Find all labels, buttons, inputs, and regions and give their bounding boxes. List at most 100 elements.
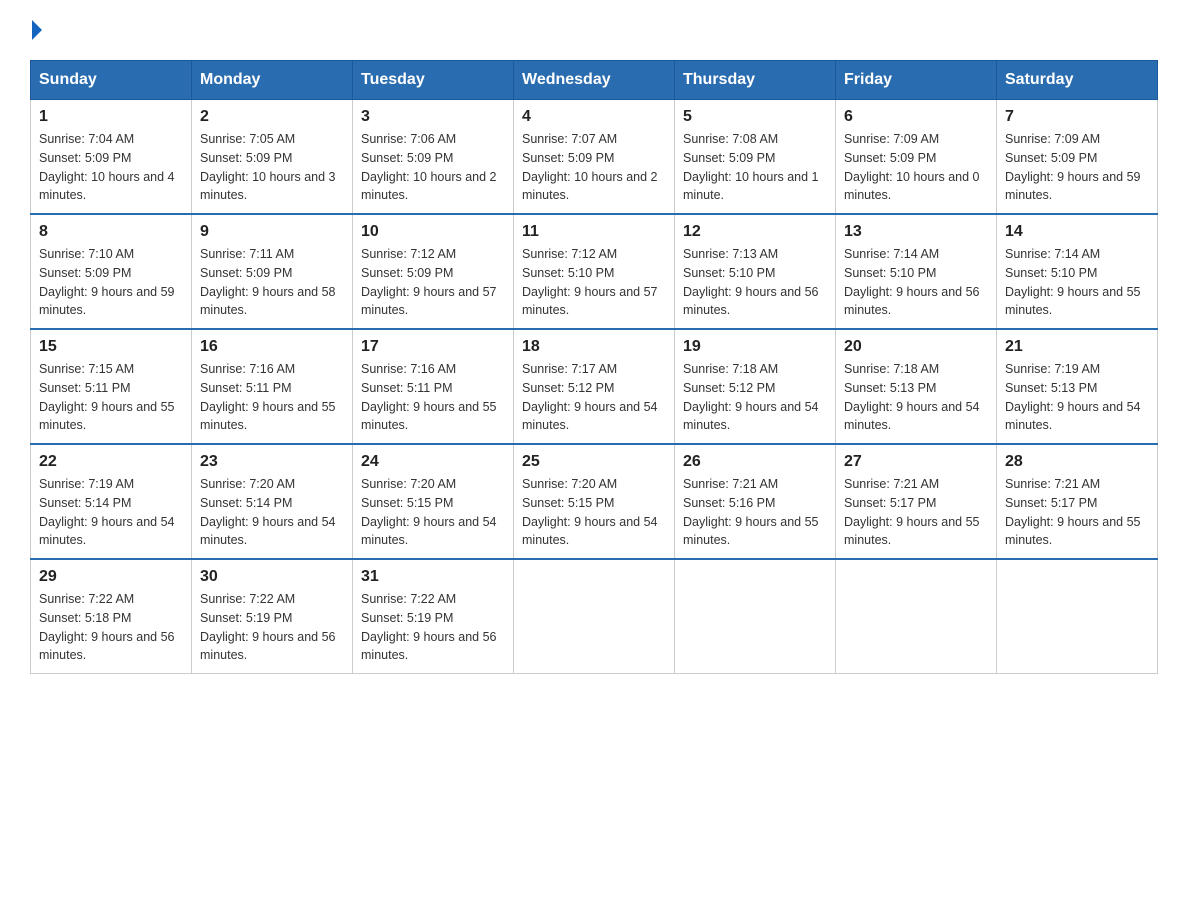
weekday-header-saturday: Saturday (997, 61, 1158, 100)
calendar-cell: 26 Sunrise: 7:21 AMSunset: 5:16 PMDaylig… (675, 444, 836, 559)
day-info: Sunrise: 7:14 AMSunset: 5:10 PMDaylight:… (1005, 247, 1141, 317)
calendar-week-row: 15 Sunrise: 7:15 AMSunset: 5:11 PMDaylig… (31, 329, 1158, 444)
calendar-cell: 16 Sunrise: 7:16 AMSunset: 5:11 PMDaylig… (192, 329, 353, 444)
calendar-week-row: 29 Sunrise: 7:22 AMSunset: 5:18 PMDaylig… (31, 559, 1158, 674)
day-number: 2 (200, 108, 344, 126)
day-info: Sunrise: 7:20 AMSunset: 5:15 PMDaylight:… (522, 477, 658, 547)
weekday-header-thursday: Thursday (675, 61, 836, 100)
day-number: 17 (361, 338, 505, 356)
day-number: 19 (683, 338, 827, 356)
day-number: 31 (361, 568, 505, 586)
calendar-cell: 27 Sunrise: 7:21 AMSunset: 5:17 PMDaylig… (836, 444, 997, 559)
weekday-header-monday: Monday (192, 61, 353, 100)
calendar-cell: 14 Sunrise: 7:14 AMSunset: 5:10 PMDaylig… (997, 214, 1158, 329)
calendar-cell: 15 Sunrise: 7:15 AMSunset: 5:11 PMDaylig… (31, 329, 192, 444)
day-number: 27 (844, 453, 988, 471)
day-number: 7 (1005, 108, 1149, 126)
day-info: Sunrise: 7:17 AMSunset: 5:12 PMDaylight:… (522, 362, 658, 432)
logo-arrow-icon (32, 20, 42, 40)
day-number: 30 (200, 568, 344, 586)
day-number: 3 (361, 108, 505, 126)
day-number: 24 (361, 453, 505, 471)
calendar-cell: 22 Sunrise: 7:19 AMSunset: 5:14 PMDaylig… (31, 444, 192, 559)
calendar-week-row: 8 Sunrise: 7:10 AMSunset: 5:09 PMDayligh… (31, 214, 1158, 329)
calendar-cell: 29 Sunrise: 7:22 AMSunset: 5:18 PMDaylig… (31, 559, 192, 674)
calendar-cell: 6 Sunrise: 7:09 AMSunset: 5:09 PMDayligh… (836, 100, 997, 215)
calendar-cell: 25 Sunrise: 7:20 AMSunset: 5:15 PMDaylig… (514, 444, 675, 559)
day-info: Sunrise: 7:15 AMSunset: 5:11 PMDaylight:… (39, 362, 175, 432)
day-number: 11 (522, 223, 666, 241)
day-info: Sunrise: 7:13 AMSunset: 5:10 PMDaylight:… (683, 247, 819, 317)
day-number: 10 (361, 223, 505, 241)
day-number: 9 (200, 223, 344, 241)
calendar-cell: 23 Sunrise: 7:20 AMSunset: 5:14 PMDaylig… (192, 444, 353, 559)
day-info: Sunrise: 7:18 AMSunset: 5:13 PMDaylight:… (844, 362, 980, 432)
day-number: 26 (683, 453, 827, 471)
day-info: Sunrise: 7:21 AMSunset: 5:17 PMDaylight:… (1005, 477, 1141, 547)
day-number: 20 (844, 338, 988, 356)
day-number: 12 (683, 223, 827, 241)
weekday-header-tuesday: Tuesday (353, 61, 514, 100)
day-info: Sunrise: 7:16 AMSunset: 5:11 PMDaylight:… (200, 362, 336, 432)
calendar-cell: 5 Sunrise: 7:08 AMSunset: 5:09 PMDayligh… (675, 100, 836, 215)
weekday-header-wednesday: Wednesday (514, 61, 675, 100)
day-number: 22 (39, 453, 183, 471)
calendar-cell: 11 Sunrise: 7:12 AMSunset: 5:10 PMDaylig… (514, 214, 675, 329)
day-number: 16 (200, 338, 344, 356)
day-info: Sunrise: 7:05 AMSunset: 5:09 PMDaylight:… (200, 132, 336, 202)
calendar-cell: 24 Sunrise: 7:20 AMSunset: 5:15 PMDaylig… (353, 444, 514, 559)
day-info: Sunrise: 7:09 AMSunset: 5:09 PMDaylight:… (1005, 132, 1141, 202)
day-info: Sunrise: 7:09 AMSunset: 5:09 PMDaylight:… (844, 132, 980, 202)
calendar-cell: 9 Sunrise: 7:11 AMSunset: 5:09 PMDayligh… (192, 214, 353, 329)
day-info: Sunrise: 7:10 AMSunset: 5:09 PMDaylight:… (39, 247, 175, 317)
calendar-cell: 18 Sunrise: 7:17 AMSunset: 5:12 PMDaylig… (514, 329, 675, 444)
weekday-header-friday: Friday (836, 61, 997, 100)
day-number: 8 (39, 223, 183, 241)
day-info: Sunrise: 7:22 AMSunset: 5:19 PMDaylight:… (361, 592, 497, 662)
day-number: 13 (844, 223, 988, 241)
day-info: Sunrise: 7:08 AMSunset: 5:09 PMDaylight:… (683, 132, 819, 202)
day-info: Sunrise: 7:12 AMSunset: 5:10 PMDaylight:… (522, 247, 658, 317)
calendar-cell: 7 Sunrise: 7:09 AMSunset: 5:09 PMDayligh… (997, 100, 1158, 215)
calendar-cell: 28 Sunrise: 7:21 AMSunset: 5:17 PMDaylig… (997, 444, 1158, 559)
calendar-cell: 20 Sunrise: 7:18 AMSunset: 5:13 PMDaylig… (836, 329, 997, 444)
calendar-cell: 10 Sunrise: 7:12 AMSunset: 5:09 PMDaylig… (353, 214, 514, 329)
calendar-cell: 4 Sunrise: 7:07 AMSunset: 5:09 PMDayligh… (514, 100, 675, 215)
day-info: Sunrise: 7:22 AMSunset: 5:19 PMDaylight:… (200, 592, 336, 662)
day-info: Sunrise: 7:16 AMSunset: 5:11 PMDaylight:… (361, 362, 497, 432)
calendar-week-row: 1 Sunrise: 7:04 AMSunset: 5:09 PMDayligh… (31, 100, 1158, 215)
calendar-cell (836, 559, 997, 674)
calendar-week-row: 22 Sunrise: 7:19 AMSunset: 5:14 PMDaylig… (31, 444, 1158, 559)
day-info: Sunrise: 7:12 AMSunset: 5:09 PMDaylight:… (361, 247, 497, 317)
day-info: Sunrise: 7:11 AMSunset: 5:09 PMDaylight:… (200, 247, 336, 317)
calendar-cell: 8 Sunrise: 7:10 AMSunset: 5:09 PMDayligh… (31, 214, 192, 329)
calendar-cell: 12 Sunrise: 7:13 AMSunset: 5:10 PMDaylig… (675, 214, 836, 329)
day-number: 1 (39, 108, 183, 126)
day-info: Sunrise: 7:20 AMSunset: 5:15 PMDaylight:… (361, 477, 497, 547)
day-number: 23 (200, 453, 344, 471)
day-info: Sunrise: 7:19 AMSunset: 5:14 PMDaylight:… (39, 477, 175, 547)
day-number: 4 (522, 108, 666, 126)
calendar-cell: 17 Sunrise: 7:16 AMSunset: 5:11 PMDaylig… (353, 329, 514, 444)
calendar-cell: 31 Sunrise: 7:22 AMSunset: 5:19 PMDaylig… (353, 559, 514, 674)
calendar-cell: 21 Sunrise: 7:19 AMSunset: 5:13 PMDaylig… (997, 329, 1158, 444)
day-number: 18 (522, 338, 666, 356)
day-number: 15 (39, 338, 183, 356)
calendar-cell (997, 559, 1158, 674)
day-info: Sunrise: 7:22 AMSunset: 5:18 PMDaylight:… (39, 592, 175, 662)
calendar-cell: 3 Sunrise: 7:06 AMSunset: 5:09 PMDayligh… (353, 100, 514, 215)
logo (30, 20, 42, 40)
day-number: 25 (522, 453, 666, 471)
day-info: Sunrise: 7:06 AMSunset: 5:09 PMDaylight:… (361, 132, 497, 202)
weekday-header-sunday: Sunday (31, 61, 192, 100)
day-info: Sunrise: 7:07 AMSunset: 5:09 PMDaylight:… (522, 132, 658, 202)
calendar-cell: 2 Sunrise: 7:05 AMSunset: 5:09 PMDayligh… (192, 100, 353, 215)
calendar-cell: 13 Sunrise: 7:14 AMSunset: 5:10 PMDaylig… (836, 214, 997, 329)
day-info: Sunrise: 7:19 AMSunset: 5:13 PMDaylight:… (1005, 362, 1141, 432)
calendar-table: SundayMondayTuesdayWednesdayThursdayFrid… (30, 60, 1158, 674)
day-info: Sunrise: 7:21 AMSunset: 5:17 PMDaylight:… (844, 477, 980, 547)
day-info: Sunrise: 7:20 AMSunset: 5:14 PMDaylight:… (200, 477, 336, 547)
day-number: 29 (39, 568, 183, 586)
calendar-cell (514, 559, 675, 674)
day-info: Sunrise: 7:18 AMSunset: 5:12 PMDaylight:… (683, 362, 819, 432)
